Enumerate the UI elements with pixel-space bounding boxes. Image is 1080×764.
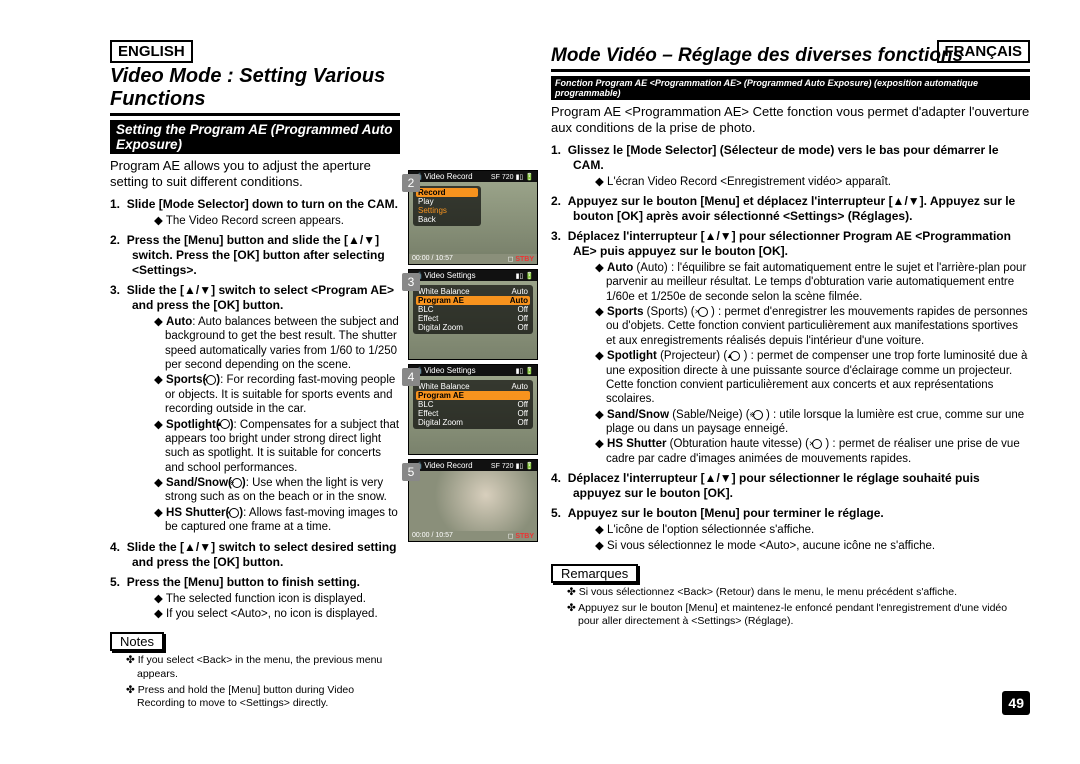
note2-fr: Appuyez sur le bouton [Menu] et maintene… (567, 602, 1030, 629)
step1-fr: Glissez le [Mode Selector] (Sélecteur de… (568, 143, 999, 172)
step5-en: Press the [Menu] button to finish settin… (127, 575, 360, 589)
screenshots-column: 2 📹 Video RecordSF720▮▯🔋 Record Play Set… (408, 40, 543, 713)
screenshot-5: 5 📹 Video RecordSF720▮▯🔋 00:00 / 10:57◻ … (408, 459, 543, 542)
intro-en: Program AE allows you to adjust the aper… (110, 158, 400, 191)
step3-sand-en: Sand/Snow(※): Use when the light is very… (154, 476, 400, 505)
step3-fr: Déplacez l'interrupteur [▲/▼] pour sélec… (568, 229, 1011, 258)
shot-number-2: 2 (402, 174, 420, 192)
lang-badge-en: ENGLISH (110, 40, 193, 63)
screenshot-2: 2 📹 Video RecordSF720▮▯🔋 Record Play Set… (408, 170, 543, 265)
shot-number-5: 5 (402, 463, 420, 481)
french-column: FRANÇAIS Mode Vidéo – Réglage des divers… (551, 40, 1030, 713)
steps-fr: 1. Glissez le [Mode Selector] (Sélecteur… (551, 143, 1030, 553)
step3-auto-fr: Auto (Auto) : l'équilibre se fait automa… (595, 261, 1030, 304)
note1-en: If you select <Back> in the menu, the pr… (126, 654, 400, 681)
shot-number-4: 4 (402, 368, 420, 386)
step5-sub1-fr: L'icône de l'option sélectionnée s'affic… (595, 523, 1030, 537)
section-heading-fr: Fonction Program AE <Programmation AE> (… (551, 76, 1030, 100)
step5-sub2-fr: Si vous sélectionnez le mode <Auto>, auc… (595, 539, 1030, 553)
step3-sports-fr: Sports (Sports) ( ✕ ) : permet d'enregis… (595, 305, 1030, 348)
section-heading-en: Setting the Program AE (Programmed Auto … (110, 120, 400, 154)
step3-spot-fr: Spotlight (Projecteur) ( ▲ ) : permet de… (595, 349, 1030, 407)
step3-hs-en: HS Shutter(✕): Allows fast-moving images… (154, 506, 400, 535)
step2-en: Press the [Menu] button and slide the [▲… (127, 233, 385, 277)
step3-auto-en: AutoAuto: Auto balances between the subj… (154, 315, 400, 373)
note2-en: Press and hold the [Menu] button during … (126, 684, 400, 711)
step4-fr: Déplacez l'interrupteur [▲/▼] pour sélec… (568, 471, 980, 500)
step1-sub-fr: L'écran Video Record <Enregistrement vid… (595, 175, 1030, 189)
notes-fr: Si vous sélectionnez <Back> (Retour) dan… (551, 586, 1030, 629)
intro-fr: Program AE <Programmation AE> Cette fonc… (551, 104, 1030, 137)
notes-heading-fr: Remarques (551, 564, 638, 583)
step5-fr: Appuyez sur le bouton [Menu] pour termin… (568, 506, 884, 520)
screenshot-3: 3 📹 Video Settings▮▯🔋 White BalanceAuto … (408, 269, 543, 360)
step2-fr: Appuyez sur le bouton [Menu] et déplacez… (568, 194, 1016, 223)
step5-sub1-en: The selected function icon is displayed. (154, 592, 400, 606)
step3-sports-en: Sports(✕): For recording fast-moving peo… (154, 373, 400, 416)
step3-sand-fr: Sand/Snow (Sable/Neige) ( ※ ) : utile lo… (595, 408, 1030, 437)
step4-en: Slide the [▲/▼] switch to select desired… (127, 540, 397, 569)
steps-en: 1. Slide [Mode Selector] down to turn on… (110, 197, 400, 622)
notes-heading-en: Notes (110, 632, 164, 651)
step3-spot-en: Spotlight(▲): Compensates for a subject … (154, 418, 400, 476)
step3-en: Slide the [▲/▼] switch to select <Progra… (127, 283, 394, 312)
step1-sub-en: The Video Record screen appears. (154, 214, 400, 228)
step1-en: Slide [Mode Selector] down to turn on th… (127, 197, 398, 211)
notes-en: If you select <Back> in the menu, the pr… (110, 654, 400, 711)
title-en: Video Mode : Setting Various Functions (110, 65, 400, 111)
step3-hs-fr: HS Shutter (Obturation haute vitesse) ( … (595, 437, 1030, 466)
title-fr: Mode Vidéo – Réglage des diverses foncti… (551, 45, 1030, 67)
page-number: 49 (1002, 691, 1030, 715)
note1-fr: Si vous sélectionnez <Back> (Retour) dan… (567, 586, 1030, 600)
screenshot-4: 4 📹 Video Settings▮▯🔋 White BalanceAuto … (408, 364, 543, 455)
shot-number-3: 3 (402, 273, 420, 291)
step5-sub2-en: If you select <Auto>, no icon is display… (154, 607, 400, 621)
english-column: ENGLISH Video Mode : Setting Various Fun… (110, 40, 400, 713)
